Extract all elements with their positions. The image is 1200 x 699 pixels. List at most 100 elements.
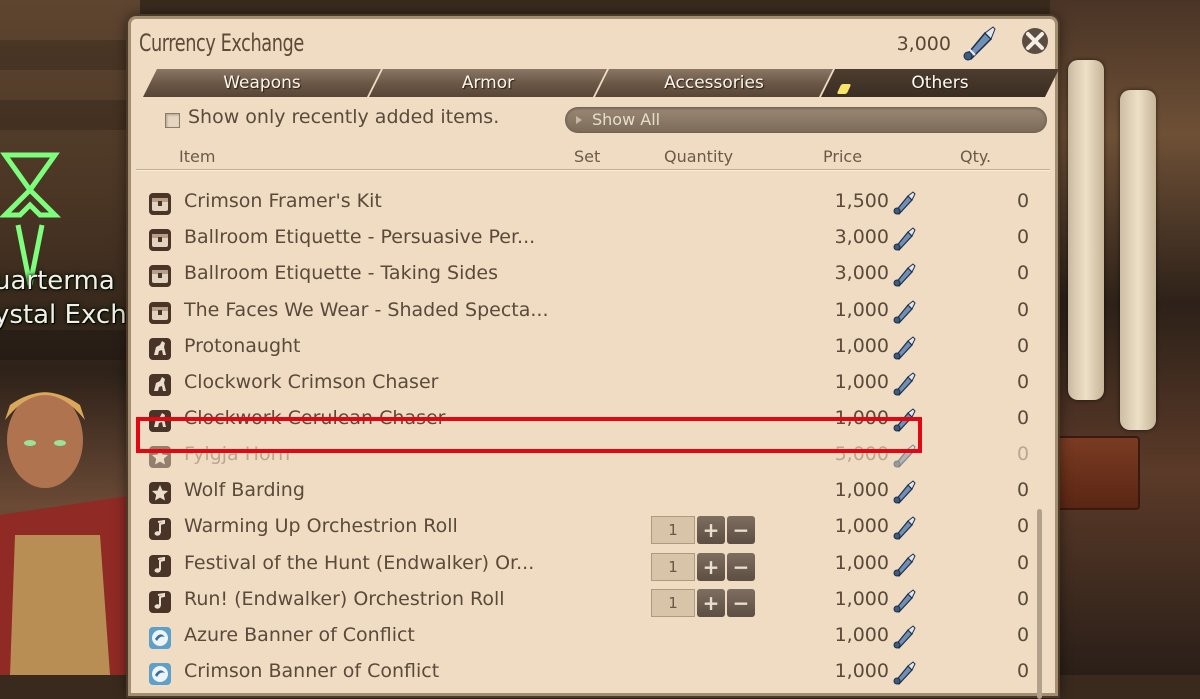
item-name: Warming Up Orchestrion Roll <box>184 515 458 537</box>
recent-items-checkbox[interactable] <box>165 113 180 128</box>
item-name: Wolf Barding <box>184 479 305 501</box>
wood-plank <box>0 100 140 130</box>
column-header-set: Set <box>574 147 601 166</box>
window-title: Currency Exchange <box>139 29 304 57</box>
item-price: 3,000 <box>834 226 889 248</box>
list-item[interactable]: Festival of the Hunt (Endwalker) Or... 1 +… <box>131 547 1031 583</box>
mount-icon <box>147 372 173 398</box>
item-price: 3,000 <box>834 262 889 284</box>
item-name: Crimson Framer's Kit <box>184 190 382 212</box>
currency-amount: 3,000 <box>896 33 951 55</box>
close-button[interactable] <box>1019 25 1051 57</box>
music-note-icon <box>147 553 173 579</box>
item-owned-qty: 0 <box>1017 299 1030 321</box>
list-item[interactable]: Protonaught 1,000 0 <box>131 330 1031 366</box>
allied-seal-icon <box>891 299 917 325</box>
quantity-input[interactable]: 1 <box>651 516 695 544</box>
item-name: Clockwork Cerulean Chaser <box>184 407 446 429</box>
header-divider <box>136 169 1050 170</box>
list-item[interactable]: Clockwork Cerulean Chaser 1,000 0 <box>131 402 1031 438</box>
tab-accessories[interactable]: Accessories <box>595 69 833 97</box>
title-bar[interactable]: Currency Exchange 3,000 <box>131 19 1055 67</box>
tab-label: Accessories <box>664 73 764 93</box>
column-header-quantity: Quantity <box>664 147 734 166</box>
allied-seal-icon <box>891 588 917 614</box>
column-header-price: Price <box>823 147 863 166</box>
treasure-chest <box>1056 436 1140 510</box>
item-owned-qty: 0 <box>1017 660 1030 682</box>
item-name: Ballroom Etiquette - Taking Sides <box>184 262 498 284</box>
list-item[interactable]: Warming Up Orchestrion Roll 1 + − 1,000 0 <box>131 510 1031 546</box>
filter-dropdown[interactable]: Show All <box>565 107 1047 133</box>
wood-plank <box>0 40 140 70</box>
hanging-scroll <box>1068 60 1104 400</box>
item-price: 1,000 <box>834 299 889 321</box>
tab-label: Armor <box>461 73 515 93</box>
tab-label: Weapons <box>223 73 301 93</box>
item-owned-qty: 0 <box>1017 190 1030 212</box>
list-item[interactable]: Ballroom Etiquette - Persuasive Per... 3,… <box>131 221 1031 257</box>
tab-armor[interactable]: Armor <box>369 69 607 97</box>
tab-label: Others <box>911 73 969 93</box>
item-owned-qty: 0 <box>1017 407 1030 429</box>
list-item[interactable]: Clockwork Crimson Chaser 1,000 0 <box>131 366 1031 402</box>
allied-seal-icon <box>891 515 917 541</box>
wood-plank <box>0 330 140 360</box>
item-price: 1,000 <box>834 371 889 393</box>
allied-seal-icon <box>891 407 917 433</box>
item-price: 1,000 <box>834 624 889 646</box>
item-owned-qty: 0 <box>1017 371 1030 393</box>
allied-seal-icon <box>891 479 917 505</box>
allied-seal-icon <box>891 660 917 686</box>
increment-button[interactable]: + <box>697 553 725 581</box>
increment-button[interactable]: + <box>697 589 725 617</box>
decrement-button[interactable]: − <box>727 553 755 581</box>
item-name: The Faces We Wear - Shaded Specta... <box>184 299 549 321</box>
chest-icon <box>147 227 173 253</box>
mount-icon <box>147 408 173 434</box>
item-price: 1,000 <box>834 515 889 537</box>
item-name: Festival of the Hunt (Endwalker) Or... <box>184 552 535 574</box>
item-price: 1,000 <box>834 552 889 574</box>
currency-exchange-window: Currency Exchange 3,000 Weapons Armor Ac… <box>128 16 1059 699</box>
item-name: Protonaught <box>184 335 301 357</box>
banner-icon <box>147 625 173 651</box>
tab-others[interactable]: Others <box>821 69 1059 97</box>
npc-character-portrait <box>0 392 135 675</box>
music-note-icon <box>147 589 173 615</box>
quantity-input[interactable]: 1 <box>651 589 695 617</box>
item-name: Fylgja Horn <box>184 443 291 465</box>
quantity-stepper: 1 + − <box>651 516 757 544</box>
item-owned-qty: 0 <box>1017 515 1030 537</box>
item-price: 1,000 <box>834 588 889 610</box>
list-scrollbar[interactable] <box>1037 509 1042 699</box>
item-name: Azure Banner of Conflict <box>184 624 415 646</box>
quantity-input[interactable]: 1 <box>651 553 695 581</box>
list-item[interactable]: Run! (Endwalker) Orchestrion Roll 1 + − 1,00… <box>131 583 1031 619</box>
list-item[interactable]: The Faces We Wear - Shaded Specta... 1,00… <box>131 294 1031 330</box>
dropdown-label: Show All <box>592 110 661 129</box>
decrement-button[interactable]: − <box>727 589 755 617</box>
allied-seal-icon <box>891 624 917 650</box>
hanging-scroll <box>1120 90 1156 430</box>
tab-weapons[interactable]: Weapons <box>143 69 381 97</box>
music-note-icon <box>147 516 173 542</box>
dropdown-arrow-icon <box>576 116 582 124</box>
list-item[interactable]: Crimson Framer's Kit 1,500 0 <box>131 185 1031 221</box>
mount-icon <box>147 336 173 362</box>
decrement-button[interactable]: − <box>727 516 755 544</box>
list-item[interactable]: Wolf Barding 1,000 0 <box>131 474 1031 510</box>
npc-name-line-2: ystal Exch <box>0 300 127 330</box>
list-item[interactable]: Azure Banner of Conflict 1,000 0 <box>131 619 1031 655</box>
item-owned-qty: 0 <box>1017 226 1030 248</box>
item-owned-qty: 0 <box>1017 479 1030 501</box>
increment-button[interactable]: + <box>697 516 725 544</box>
item-price: 1,000 <box>834 335 889 357</box>
item-price: 1,000 <box>834 660 889 682</box>
item-owned-qty: 0 <box>1017 443 1030 465</box>
list-item[interactable]: Ballroom Etiquette - Taking Sides 3,000 0 <box>131 257 1031 293</box>
item-price: 1,500 <box>834 190 889 212</box>
list-item[interactable]: Crimson Banner of Conflict 1,000 0 <box>131 655 1031 691</box>
list-item[interactable]: Fylgja Horn 5,000 0 <box>131 438 1031 474</box>
item-price: 5,000 <box>834 443 889 465</box>
